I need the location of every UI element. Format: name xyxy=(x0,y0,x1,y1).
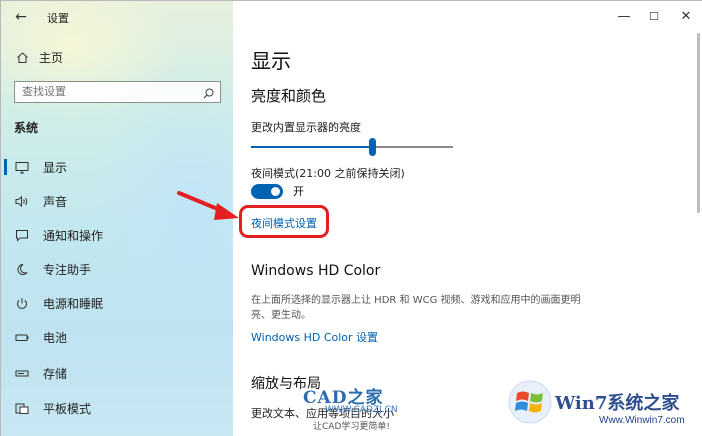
minimize-button[interactable]: — xyxy=(613,7,635,27)
monitor-icon xyxy=(15,160,29,174)
hd-color-settings-link[interactable]: Windows HD Color 设置 xyxy=(251,329,378,345)
hd-color-title: Windows HD Color xyxy=(251,263,381,279)
settings-window: 主页 系统 显示 声音 通知和操作 xyxy=(0,0,702,436)
search-icon[interactable] xyxy=(202,85,215,104)
close-button[interactable]: ✕ xyxy=(675,7,697,27)
sidebar-item-label: 电池 xyxy=(43,330,68,345)
maximize-button[interactable]: ☐ xyxy=(643,7,665,27)
notification-icon xyxy=(15,228,29,242)
sidebar-item-label: 声音 xyxy=(43,194,68,209)
sidebar-item-label: 平板模式 xyxy=(43,401,92,416)
brightness-section-title: 亮度和颜色 xyxy=(251,87,327,105)
slider-track xyxy=(372,146,453,148)
windows-logo-icon xyxy=(508,380,552,424)
sidebar-item-label: 显示 xyxy=(43,160,68,175)
watermark-win7: Win7系统之家 xyxy=(555,393,680,414)
search-input[interactable] xyxy=(22,85,192,98)
slider-thumb[interactable] xyxy=(369,138,376,156)
title-bar: ← 设置 — ☐ ✕ xyxy=(1,1,702,33)
sidebar-item-tablet-mode[interactable]: 平板模式 xyxy=(1,391,233,425)
slider-fill xyxy=(251,146,372,148)
window-title: 设置 xyxy=(47,12,69,25)
sidebar-item-label: 通知和操作 xyxy=(43,228,104,243)
annotation-arrow xyxy=(177,191,239,220)
night-mode-toggle[interactable] xyxy=(251,183,283,199)
annotation-highlight-box xyxy=(239,205,329,238)
home-icon xyxy=(15,51,29,65)
sidebar-item-label: 电源和睡眠 xyxy=(43,296,104,311)
watermark-cad-url: WWW.CADZJ.CN xyxy=(325,405,398,415)
sidebar-item-label: 专注助手 xyxy=(43,262,92,277)
power-icon xyxy=(15,296,29,310)
toggle-knob xyxy=(271,186,280,196)
brightness-label: 更改内置显示器的亮度 xyxy=(251,121,361,134)
sidebar-item-storage[interactable]: 存储 xyxy=(1,356,233,390)
speaker-icon xyxy=(15,194,29,208)
battery-icon xyxy=(15,330,29,344)
nav-home[interactable]: 主页 xyxy=(15,49,63,66)
scrollbar[interactable] xyxy=(697,33,700,213)
nav-home-label: 主页 xyxy=(39,51,64,65)
watermark-win7-url: Www.Winwin7.com xyxy=(599,415,685,426)
back-button[interactable]: ← xyxy=(11,7,31,27)
watermark-cad-slogan: 让CAD学习更简单! xyxy=(313,422,390,432)
sidebar-item-label: 存储 xyxy=(43,366,68,381)
section-label-system: 系统 xyxy=(14,121,39,135)
night-mode-toggle-state: 开 xyxy=(293,185,304,198)
sidebar-item-power-sleep[interactable]: 电源和睡眠 xyxy=(1,286,233,320)
sidebar-item-battery[interactable]: 电池 xyxy=(1,320,233,354)
moon-icon xyxy=(15,262,29,276)
sidebar-item-display[interactable]: 显示 xyxy=(1,150,233,184)
sidebar-item-focus-assist[interactable]: 专注助手 xyxy=(1,252,233,286)
search-box[interactable] xyxy=(14,81,221,103)
storage-icon xyxy=(15,366,29,380)
page-title: 显示 xyxy=(251,49,291,73)
hd-color-description: 在上面所选择的显示器上让 HDR 和 WCG 视频、游戏和应用中的画面更明亮、更… xyxy=(251,295,581,321)
tablet-icon xyxy=(15,401,29,415)
arrow-left-icon: ← xyxy=(15,9,27,25)
night-mode-label: 夜间模式(21:00 之前保持关闭) xyxy=(251,167,405,180)
night-mode-toggle-row: 开 xyxy=(251,183,304,199)
brightness-slider[interactable] xyxy=(251,138,453,156)
